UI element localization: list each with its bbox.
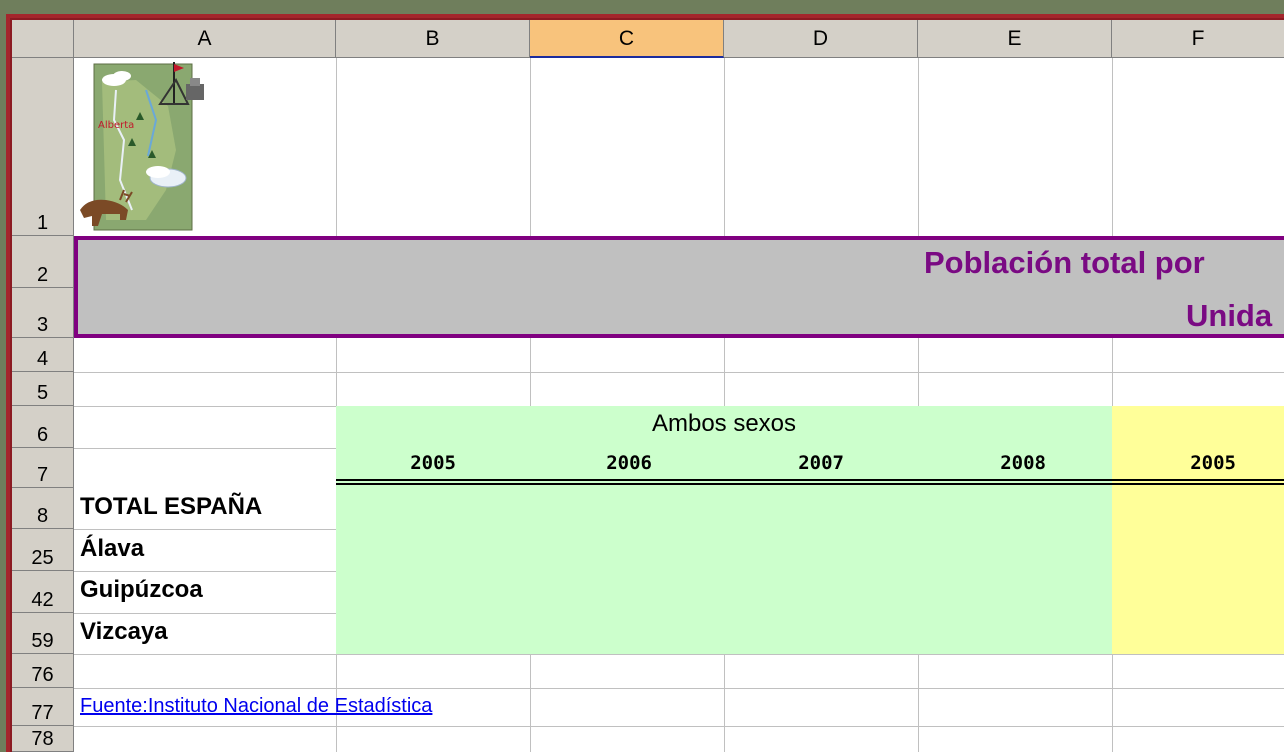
spreadsheet-grid[interactable]: A B C D E F Población total por Unida Am… <box>12 20 1284 752</box>
yellow-fill-area <box>1112 406 1284 654</box>
year-header: 2008 <box>1000 452 1046 474</box>
column-header-f[interactable]: F <box>1112 20 1284 58</box>
gridline <box>74 654 1284 655</box>
row-header-5[interactable]: 5 <box>12 372 74 406</box>
alberta-map-image[interactable]: Alberta <box>76 60 208 232</box>
row-header-3[interactable]: 3 <box>12 288 74 338</box>
gridline <box>74 688 1284 689</box>
report-title-line-1: Población total por <box>924 245 1205 280</box>
row-header-6[interactable]: 6 <box>12 406 74 448</box>
svg-text:Alberta: Alberta <box>98 120 134 131</box>
row-header-7[interactable]: 7 <box>12 448 74 488</box>
year-header: 2007 <box>798 452 844 474</box>
group-label-ambos-sexos: Ambos sexos <box>651 410 797 437</box>
column-header-b[interactable]: B <box>336 20 530 58</box>
gridline <box>530 58 531 236</box>
gridline <box>918 654 919 752</box>
region-guipuzcoa: Guipúzcoa <box>80 576 203 603</box>
row-header-2[interactable]: 2 <box>12 236 74 288</box>
header-double-rule <box>336 479 1284 485</box>
year-header: 2005 <box>1190 452 1236 474</box>
region-vizcaya: Vizcaya <box>80 618 168 645</box>
gridline <box>1112 654 1113 752</box>
green-fill-area <box>336 406 1112 654</box>
row-header-8[interactable]: 8 <box>12 488 74 529</box>
gridline <box>74 726 1284 727</box>
column-header-e[interactable]: E <box>918 20 1112 58</box>
gridline <box>724 58 725 236</box>
gridline <box>724 654 725 752</box>
region-total-espana: TOTAL ESPAÑA <box>80 493 263 520</box>
row-header-77[interactable]: 77 <box>12 688 74 726</box>
gridline <box>918 58 919 236</box>
row-header-42[interactable]: 42 <box>12 571 74 613</box>
gridline <box>74 448 336 449</box>
gridline <box>74 529 336 530</box>
gridline <box>74 613 336 614</box>
gridline <box>74 372 1284 373</box>
gridline <box>74 406 336 407</box>
column-header-a[interactable]: A <box>74 20 336 58</box>
row-header-78[interactable]: 78 <box>12 726 74 752</box>
gridline <box>530 654 531 752</box>
column-header-d[interactable]: D <box>724 20 918 58</box>
gridline <box>1112 58 1113 236</box>
row-header-59[interactable]: 59 <box>12 613 74 654</box>
row-header-4[interactable]: 4 <box>12 338 74 372</box>
gridline <box>336 58 337 236</box>
source-link[interactable]: Fuente:Instituto Nacional de Estadística <box>80 696 432 716</box>
year-header: 2006 <box>606 452 652 474</box>
row-header-25[interactable]: 25 <box>12 529 74 571</box>
column-header-c[interactable]: C <box>530 20 724 58</box>
region-alava: Álava <box>80 535 145 562</box>
select-all-corner[interactable] <box>12 20 74 58</box>
alberta-map-icon: Alberta <box>80 62 204 231</box>
row-header-76[interactable]: 76 <box>12 654 74 688</box>
row-header-1[interactable]: 1 <box>12 58 74 236</box>
gridline <box>74 571 336 572</box>
year-header: 2005 <box>410 452 456 474</box>
report-title-line-2: Unida <box>1186 298 1273 333</box>
